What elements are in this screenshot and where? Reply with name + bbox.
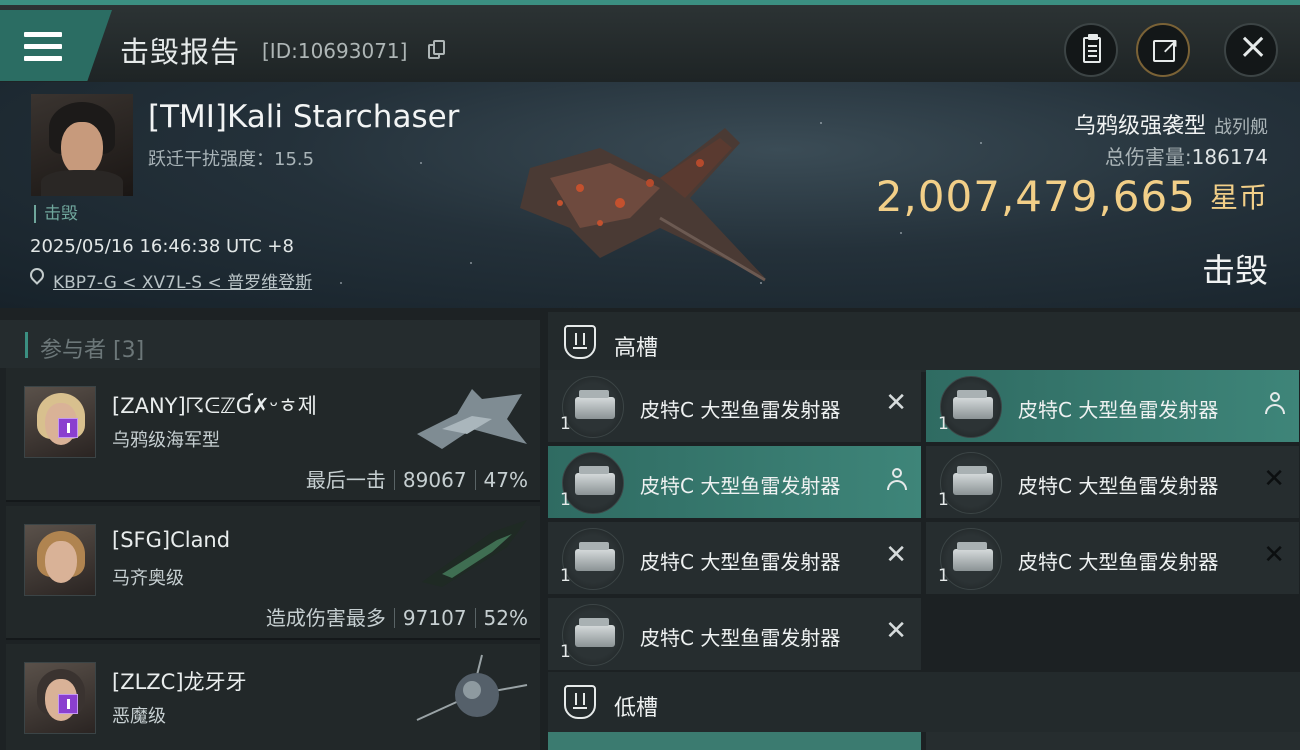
torpedo-launcher-icon [940,376,1002,438]
avatar [24,524,96,596]
high-slot-icon [564,325,596,359]
low-slot-icon [564,685,596,719]
ship-type: 战列舰 [1214,117,1268,138]
participant-row[interactable]: [ZANY]☈ᕮℤƓ✗ᵕㅎ제 乌鸦级海军型 最后一击 89067 47% [6,368,540,502]
participant-ship: 恶魔级 [112,706,166,727]
participant-ship-image [422,520,527,587]
module-name: 皮特C 大型鱼雷发射器 [1018,474,1219,498]
victim-status: 击毁 [34,205,78,223]
torpedo-launcher-icon [562,604,624,666]
copy-icon[interactable] [428,40,446,60]
page-title: 击毁报告 [120,35,241,69]
torpedo-launcher-icon [562,452,624,514]
module-slot[interactable]: 1 皮特C 大型鱼雷发射器 ✕ [926,522,1299,594]
participants-header: 参与者 [3] [0,320,540,368]
isk-value: 2,007,479,665 星币 [875,172,1268,221]
participants-panel: 参与者 [3] [ZANY]☈ᕮℤƓ✗ᵕㅎ제 乌鸦级海军型 最后一击 89067 4… [0,308,540,750]
module-name: 皮特C 大型鱼雷发射器 [640,474,841,498]
dropped-user-icon [887,468,907,492]
torpedo-launcher-icon [562,528,624,590]
low-slot-module-partial[interactable] [926,732,1300,750]
kill-result: 击毁 [1202,251,1268,290]
participant-ship: 马齐奥级 [112,568,184,589]
destroyed-icon: ✕ [885,388,907,418]
victim-name[interactable]: [TMI]Kali Starchaser [148,99,459,135]
participant-row[interactable]: [ZLZC]龙牙牙 恶魔级 [6,644,540,750]
module-name: 皮特C 大型鱼雷发射器 [640,626,841,650]
killmail-screen: 击毁报告 [ID:10693071] ↗ × [TMI]Kali Starcha… [0,0,1300,750]
participant-ship-image [417,389,527,449]
top-bar: 击毁报告 [ID:10693071] ↗ × [0,0,1300,82]
victim-summary: [TMI]Kali Starchaser 跃迁干扰强度：15.5 击毁 2025… [0,82,1300,308]
total-damage: 总伤害量:186174 [1104,145,1268,169]
participant-name: [ZANY]☈ᕮℤƓ✗ᵕㅎ제 [112,394,317,418]
participant-name: [ZLZC]龙牙牙 [112,670,247,694]
victim-ship-image [520,128,766,282]
alpha-badge-icon [58,694,78,714]
clipboard-icon [1083,37,1101,63]
participant-stats: 最后一击 89067 47% [305,468,528,492]
victim-portrait[interactable] [31,94,133,196]
alpha-badge-icon [58,418,78,438]
share-arrow-icon: ↗ [1161,34,1180,59]
kill-timestamp: 2025/05/16 16:46:38 UTC +8 [30,236,294,257]
fitting-panel: 高槽 1 皮特C 大型鱼雷发射器 ✕ 1 皮特C 大型鱼雷发射器 1 皮特C 大… [540,308,1300,750]
menu-button[interactable] [0,10,112,81]
module-name: 皮特C 大型鱼雷发射器 [1018,550,1219,574]
torpedo-launcher-icon [940,452,1002,514]
low-slot-module-partial[interactable] [548,732,921,750]
module-slot[interactable]: 1 皮特C 大型鱼雷发射器 ✕ [926,446,1299,518]
destroyed-icon: ✕ [1263,540,1285,570]
destroyed-icon: ✕ [1263,464,1285,494]
module-slot[interactable]: 1 皮特C 大型鱼雷发射器 ✕ [548,598,921,670]
participant-name: [SFG]Cland [112,528,231,552]
participant-ship: 乌鸦级海军型 [112,430,220,451]
module-slot[interactable]: 1 皮特C 大型鱼雷发射器 [548,446,921,518]
module-slot[interactable]: 1 皮特C 大型鱼雷发射器 ✕ [548,522,921,594]
menu-icon [24,32,62,62]
high-slot-header: 高槽 [548,312,1300,372]
low-slot-header: 低槽 [548,672,1300,732]
module-slot[interactable]: 1 皮特C 大型鱼雷发射器 ✕ [548,370,921,442]
participant-row[interactable]: [SFG]Cland 马齐奥级 造成伤害最多 97107 52% [6,506,540,640]
close-button[interactable]: × [1224,23,1278,77]
location-pin-icon [27,265,47,286]
isk-unit: 星币 [1209,181,1268,214]
close-icon: × [1238,26,1269,67]
torpedo-launcher-icon [940,528,1002,590]
location-link[interactable]: KBP7-G < XV7L-S < 普罗维登斯 [53,268,312,293]
clipboard-button[interactable] [1064,23,1118,77]
module-slot[interactable]: 1 皮特C 大型鱼雷发射器 [926,370,1299,442]
module-name: 皮特C 大型鱼雷发射器 [1018,398,1219,422]
torpedo-launcher-icon [562,376,624,438]
clipboard-clip [1088,34,1098,40]
destroyed-icon: ✕ [885,616,907,646]
module-name: 皮特C 大型鱼雷发射器 [640,550,841,574]
share-button[interactable]: ↗ [1136,23,1190,77]
victim-ship-class: 乌鸦级强袭型 战列舰 [1073,114,1268,139]
kill-id: [ID:10693071] [262,39,408,63]
warp-scramble-strength: 跃迁干扰强度：15.5 [148,149,315,170]
module-name: 皮特C 大型鱼雷发射器 [640,398,841,422]
destroyed-icon: ✕ [885,540,907,570]
dropped-user-icon [1265,392,1285,416]
participant-stats: 造成伤害最多 97107 52% [265,606,528,630]
participant-ship-image [416,654,528,721]
